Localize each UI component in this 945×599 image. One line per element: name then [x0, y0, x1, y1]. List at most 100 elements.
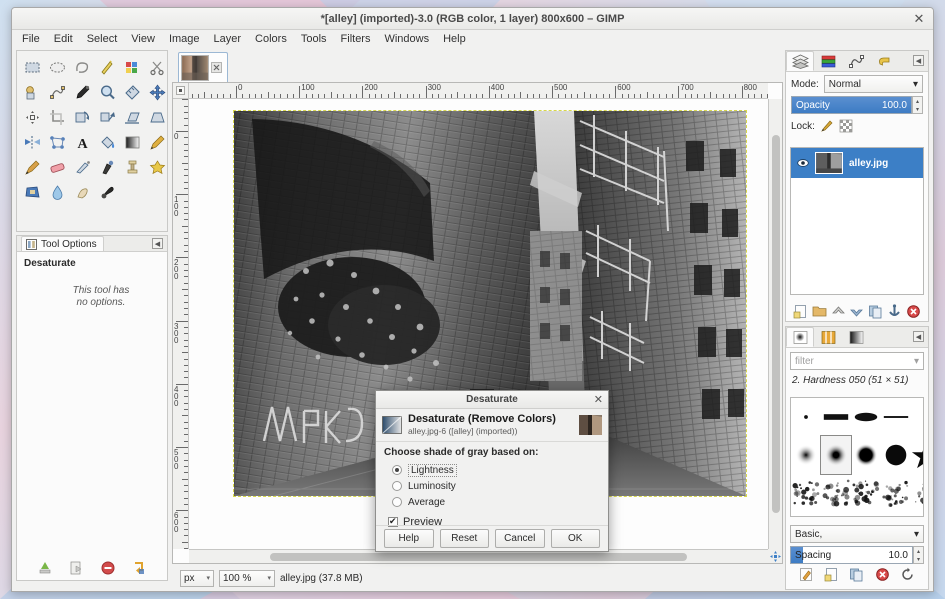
- alignment-tool[interactable]: [20, 105, 45, 130]
- scale-tool[interactable]: [95, 105, 120, 130]
- brushes-dock-menu-button[interactable]: ◀: [913, 331, 924, 342]
- eraser-tool[interactable]: [45, 155, 70, 180]
- brushes-tab[interactable]: [786, 327, 814, 347]
- navigation-preview-button[interactable]: [768, 549, 782, 563]
- paths-tab[interactable]: [842, 51, 870, 71]
- fuzzy-select-tool[interactable]: [95, 55, 120, 80]
- brush-cell[interactable]: [821, 436, 851, 474]
- ink-tool[interactable]: [95, 155, 120, 180]
- menu-filters[interactable]: Filters: [341, 33, 371, 45]
- rect-select-tool[interactable]: [20, 55, 45, 80]
- foreground-select-tool[interactable]: [20, 80, 45, 105]
- brush-cell[interactable]: [821, 398, 851, 436]
- dodge-burn-tool[interactable]: [95, 180, 120, 205]
- brush-cell[interactable]: [911, 512, 924, 517]
- new-brush-button[interactable]: [824, 567, 839, 585]
- brush-cell[interactable]: [851, 436, 881, 474]
- menu-windows[interactable]: Windows: [384, 33, 429, 45]
- brush-cell[interactable]: [911, 474, 924, 512]
- raise-layer-button[interactable]: [831, 304, 846, 319]
- brush-tag-select[interactable]: Basic, ▾: [790, 525, 924, 543]
- radio-option-lightness[interactable]: Lightness: [384, 462, 600, 478]
- delete-tool-preset-icon[interactable]: [100, 560, 116, 576]
- brush-filter-input[interactable]: filter ▾: [790, 352, 924, 370]
- layer-row-alley[interactable]: alley.jpg: [791, 148, 923, 178]
- ok-button[interactable]: OK: [551, 529, 601, 548]
- menu-tools[interactable]: Tools: [301, 33, 327, 45]
- brush-grid[interactable]: [790, 397, 924, 517]
- brush-cell[interactable]: [911, 398, 924, 436]
- scissors-select-tool[interactable]: [145, 55, 170, 80]
- duplicate-brush-button[interactable]: [849, 567, 864, 585]
- brush-cell[interactable]: [821, 474, 851, 512]
- help-button[interactable]: Help: [384, 529, 434, 548]
- vscroll-thumb[interactable]: [772, 135, 780, 513]
- horizontal-ruler[interactable]: 0 100 200 300 400 500 600 700 800: [189, 83, 768, 99]
- perspective-tool[interactable]: [145, 105, 170, 130]
- new-layer-group-button[interactable]: [812, 304, 827, 319]
- radio-option-luminosity[interactable]: Luminosity: [384, 478, 600, 494]
- ruler-corner-unit-button[interactable]: [173, 83, 189, 99]
- spacing-slider[interactable]: Spacing 10.0: [790, 546, 913, 564]
- layers-tab[interactable]: [786, 51, 814, 71]
- perspective-clone-tool[interactable]: [20, 180, 45, 205]
- radio-indicator[interactable]: [392, 481, 402, 491]
- brush-cell[interactable]: [791, 474, 821, 512]
- opacity-slider[interactable]: Opacity 100.0: [791, 96, 912, 114]
- vertical-ruler[interactable]: 0 100 200 300 400 500 600: [173, 99, 189, 549]
- spacing-spinner[interactable]: ▴ ▾: [913, 546, 924, 564]
- radio-indicator[interactable]: [392, 465, 402, 475]
- menu-colors[interactable]: Colors: [255, 33, 287, 45]
- move-tool[interactable]: [145, 80, 170, 105]
- menu-edit[interactable]: Edit: [54, 33, 73, 45]
- tab-tool-options[interactable]: Tool Options: [21, 236, 104, 251]
- radio-indicator[interactable]: [392, 497, 402, 507]
- text-tool[interactable]: A: [70, 130, 95, 155]
- paintbrush-tool[interactable]: [20, 155, 45, 180]
- lower-layer-button[interactable]: [849, 304, 864, 319]
- lock-pixels-icon[interactable]: [820, 119, 834, 133]
- window-close-icon[interactable]: ✕: [911, 11, 927, 27]
- cage-transform-tool[interactable]: [45, 130, 70, 155]
- radio-option-average[interactable]: Average: [384, 494, 600, 510]
- vertical-scrollbar[interactable]: [768, 99, 782, 549]
- gradients-tab[interactable]: [842, 327, 870, 347]
- tool-options-menu-button[interactable]: ◀: [152, 238, 163, 249]
- duplicate-layer-button[interactable]: [868, 304, 883, 319]
- menu-view[interactable]: View: [131, 33, 155, 45]
- brush-cell[interactable]: [881, 512, 911, 517]
- layers-dock-menu-button[interactable]: ◀: [913, 55, 924, 66]
- flip-tool[interactable]: [20, 130, 45, 155]
- brush-cell[interactable]: [911, 436, 924, 474]
- layer-list[interactable]: alley.jpg: [790, 147, 924, 295]
- paths-tool[interactable]: [45, 80, 70, 105]
- save-tool-preset-icon[interactable]: [37, 560, 53, 576]
- anchor-layer-button[interactable]: [887, 304, 902, 319]
- undo-history-tab[interactable]: [870, 51, 898, 71]
- lock-alpha-icon[interactable]: [839, 119, 853, 133]
- free-select-tool[interactable]: [70, 55, 95, 80]
- bucket-fill-tool[interactable]: [95, 130, 120, 155]
- opacity-spinner[interactable]: ▴ ▾: [912, 96, 923, 114]
- brush-cell[interactable]: [851, 398, 881, 436]
- brush-cell[interactable]: [791, 398, 821, 436]
- brush-cell[interactable]: [821, 512, 851, 517]
- cancel-button[interactable]: Cancel: [495, 529, 545, 548]
- patterns-tab[interactable]: [814, 327, 842, 347]
- ellipse-select-tool[interactable]: [45, 55, 70, 80]
- clone-tool[interactable]: [120, 155, 145, 180]
- measure-tool[interactable]: [120, 80, 145, 105]
- zoom-tool[interactable]: [95, 80, 120, 105]
- brush-cell[interactable]: [881, 436, 911, 474]
- brush-cell[interactable]: [851, 512, 881, 517]
- color-picker-tool[interactable]: [70, 80, 95, 105]
- brush-cell[interactable]: [881, 474, 911, 512]
- delete-brush-button[interactable]: [875, 567, 890, 585]
- select-by-color-tool[interactable]: [120, 55, 145, 80]
- smudge-tool[interactable]: [70, 180, 95, 205]
- crop-tool[interactable]: [45, 105, 70, 130]
- gradient-tool[interactable]: [120, 130, 145, 155]
- menu-file[interactable]: File: [22, 33, 40, 45]
- brush-cell[interactable]: [791, 436, 821, 474]
- restore-tool-preset-icon[interactable]: [68, 560, 84, 576]
